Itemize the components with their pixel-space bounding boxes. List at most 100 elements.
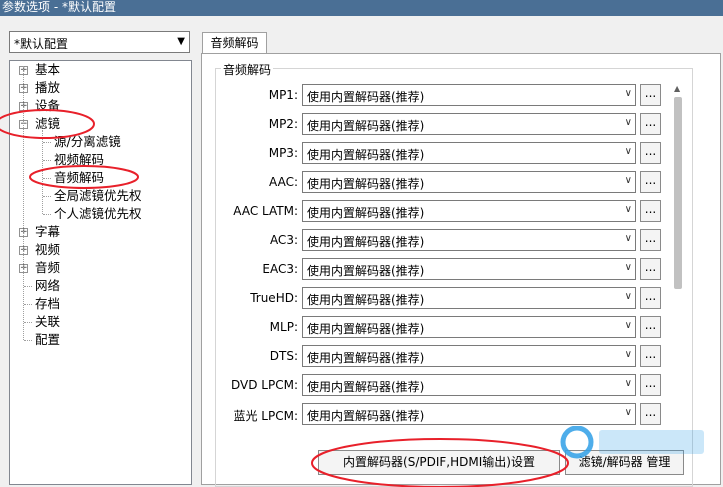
decoder-select[interactable]: 使用内置解码器(推荐) ∨: [302, 287, 636, 309]
decoder-select-value: 使用内置解码器(推荐): [307, 90, 425, 104]
decoder-options-button[interactable]: ...: [640, 287, 661, 309]
tree-item[interactable]: 关联: [35, 313, 60, 331]
chevron-down-icon: ∨: [624, 320, 632, 331]
chevron-down-icon: ∨: [624, 117, 632, 128]
tree-connector: [23, 66, 24, 340]
decoder-label: EAC3:: [262, 262, 298, 276]
decoder-select[interactable]: 使用内置解码器(推荐) ∨: [302, 403, 636, 425]
scroll-thumb[interactable]: [674, 97, 682, 289]
decoder-label: MLP:: [269, 320, 298, 334]
decoder-select-value: 使用内置解码器(推荐): [307, 409, 425, 423]
decoder-options-button[interactable]: ...: [640, 403, 661, 425]
tree-connector: [43, 178, 51, 179]
tree-item[interactable]: 源/分离滤镜: [54, 133, 121, 151]
decoder-select[interactable]: 使用内置解码器(推荐) ∨: [302, 142, 636, 164]
tree-item-label: 配置: [35, 332, 61, 347]
decoder-select-value: 使用内置解码器(推荐): [307, 380, 425, 394]
decoder-select[interactable]: 使用内置解码器(推荐) ∨: [302, 345, 636, 367]
tree-item-label: 滤镜: [35, 116, 61, 131]
filter-decoder-manager-label: 滤镜/解码器 管理: [578, 455, 671, 469]
tab-audio-decode[interactable]: 音频解码: [202, 32, 267, 54]
chevron-down-icon: ∨: [624, 378, 632, 389]
decoder-select[interactable]: 使用内置解码器(推荐) ∨: [302, 258, 636, 280]
builtin-decoder-settings-label: 内置解码器(S/PDIF,HDMI输出)设置: [343, 455, 535, 469]
decoder-options-button[interactable]: ...: [640, 142, 661, 164]
profile-select-value: *默认配置: [14, 37, 69, 51]
decoder-options-button[interactable]: ...: [640, 229, 661, 251]
tree-connector: [24, 286, 32, 287]
tree-item-label: 关联: [35, 314, 61, 329]
tab-label: 音频解码: [210, 36, 259, 50]
tree-item-label: 设备: [35, 98, 61, 113]
tree-item[interactable]: 个人滤镜优先权: [54, 205, 142, 223]
decoder-select-value: 使用内置解码器(推荐): [307, 351, 425, 365]
chevron-down-icon: ▼: [177, 36, 185, 47]
chevron-down-icon: ∨: [624, 349, 632, 360]
tree-connector: [24, 340, 32, 341]
chevron-down-icon: ∨: [624, 262, 632, 273]
tree-item[interactable]: 视频解码: [54, 151, 104, 169]
decoder-options-button[interactable]: ...: [640, 84, 661, 106]
tree-item[interactable]: 基本: [35, 61, 60, 79]
builtin-decoder-settings-button[interactable]: 内置解码器(S/PDIF,HDMI输出)设置: [318, 450, 560, 475]
decoder-label: AC3:: [269, 233, 298, 247]
decoder-select[interactable]: 使用内置解码器(推荐) ∨: [302, 374, 636, 396]
decoder-select-value: 使用内置解码器(推荐): [307, 119, 425, 133]
decoder-select-value: 使用内置解码器(推荐): [307, 322, 425, 336]
decoder-select-value: 使用内置解码器(推荐): [307, 235, 425, 249]
decoder-label: MP2:: [268, 117, 298, 131]
decoder-label: 蓝光 LPCM:: [233, 409, 298, 423]
decoder-select-value: 使用内置解码器(推荐): [307, 177, 425, 191]
tree-item-label: 播放: [35, 80, 61, 95]
tree-connector: [43, 142, 51, 143]
tree-item[interactable]: 音频解码: [54, 169, 104, 187]
tree-item[interactable]: 滤镜: [35, 115, 60, 133]
chevron-down-icon: ∨: [624, 407, 632, 418]
decoder-select-value: 使用内置解码器(推荐): [307, 293, 425, 307]
chevron-down-icon: ∨: [624, 291, 632, 302]
decoder-select[interactable]: 使用内置解码器(推荐) ∨: [302, 84, 636, 106]
tree-item[interactable]: 存档: [35, 295, 60, 313]
decoder-options-button[interactable]: ...: [640, 345, 661, 367]
decoder-options-button[interactable]: ...: [640, 316, 661, 338]
decoder-select[interactable]: 使用内置解码器(推荐) ∨: [302, 200, 636, 222]
tree-item-label: 源/分离滤镜: [54, 134, 121, 149]
tree-item[interactable]: 音频: [35, 259, 60, 277]
tree-item-label: 视频: [35, 242, 61, 257]
tree-item-label: 网络: [35, 278, 61, 293]
profile-select[interactable]: *默认配置 ▼: [9, 31, 190, 53]
decoder-select[interactable]: 使用内置解码器(推荐) ∨: [302, 171, 636, 193]
tree-item[interactable]: 设备: [35, 97, 60, 115]
decoder-options-button[interactable]: ...: [640, 258, 661, 280]
chevron-down-icon: ∨: [624, 88, 632, 99]
tree-item-label: 音频: [35, 260, 61, 275]
group-title: 音频解码: [221, 61, 274, 78]
decoder-options-button[interactable]: ...: [640, 113, 661, 135]
chevron-down-icon: ∨: [624, 146, 632, 157]
decoder-options-button[interactable]: ...: [640, 171, 661, 193]
decoder-select-value: 使用内置解码器(推荐): [307, 264, 425, 278]
chevron-down-icon: ∨: [624, 175, 632, 186]
tree-connector: [42, 130, 43, 214]
scroll-up-icon[interactable]: ▲: [674, 84, 680, 93]
tree-item[interactable]: 网络: [35, 277, 60, 295]
decoder-options-button[interactable]: ...: [640, 200, 661, 222]
tree-item-label: 全局滤镜优先权: [54, 188, 142, 203]
tree-item-label: 基本: [35, 62, 61, 77]
decoder-select-value: 使用内置解码器(推荐): [307, 148, 425, 162]
filter-decoder-manager-button[interactable]: 滤镜/解码器 管理: [565, 450, 684, 475]
decoder-label: MP3:: [268, 146, 298, 160]
tree-connector: [43, 196, 51, 197]
window-title: 参数选项 - *默认配置: [2, 0, 116, 14]
window-titlebar: 参数选项 - *默认配置: [0, 0, 723, 16]
decoder-select[interactable]: 使用内置解码器(推荐) ∨: [302, 113, 636, 135]
tree-item[interactable]: 配置: [35, 331, 60, 349]
decoder-options-button[interactable]: ...: [640, 374, 661, 396]
tree-connector: [24, 322, 32, 323]
tree-item[interactable]: 视频: [35, 241, 60, 259]
decoder-select[interactable]: 使用内置解码器(推荐) ∨: [302, 229, 636, 251]
tree-item[interactable]: 字幕: [35, 223, 60, 241]
decoder-select[interactable]: 使用内置解码器(推荐) ∨: [302, 316, 636, 338]
tree-item[interactable]: 播放: [35, 79, 60, 97]
tree-item[interactable]: 全局滤镜优先权: [54, 187, 142, 205]
